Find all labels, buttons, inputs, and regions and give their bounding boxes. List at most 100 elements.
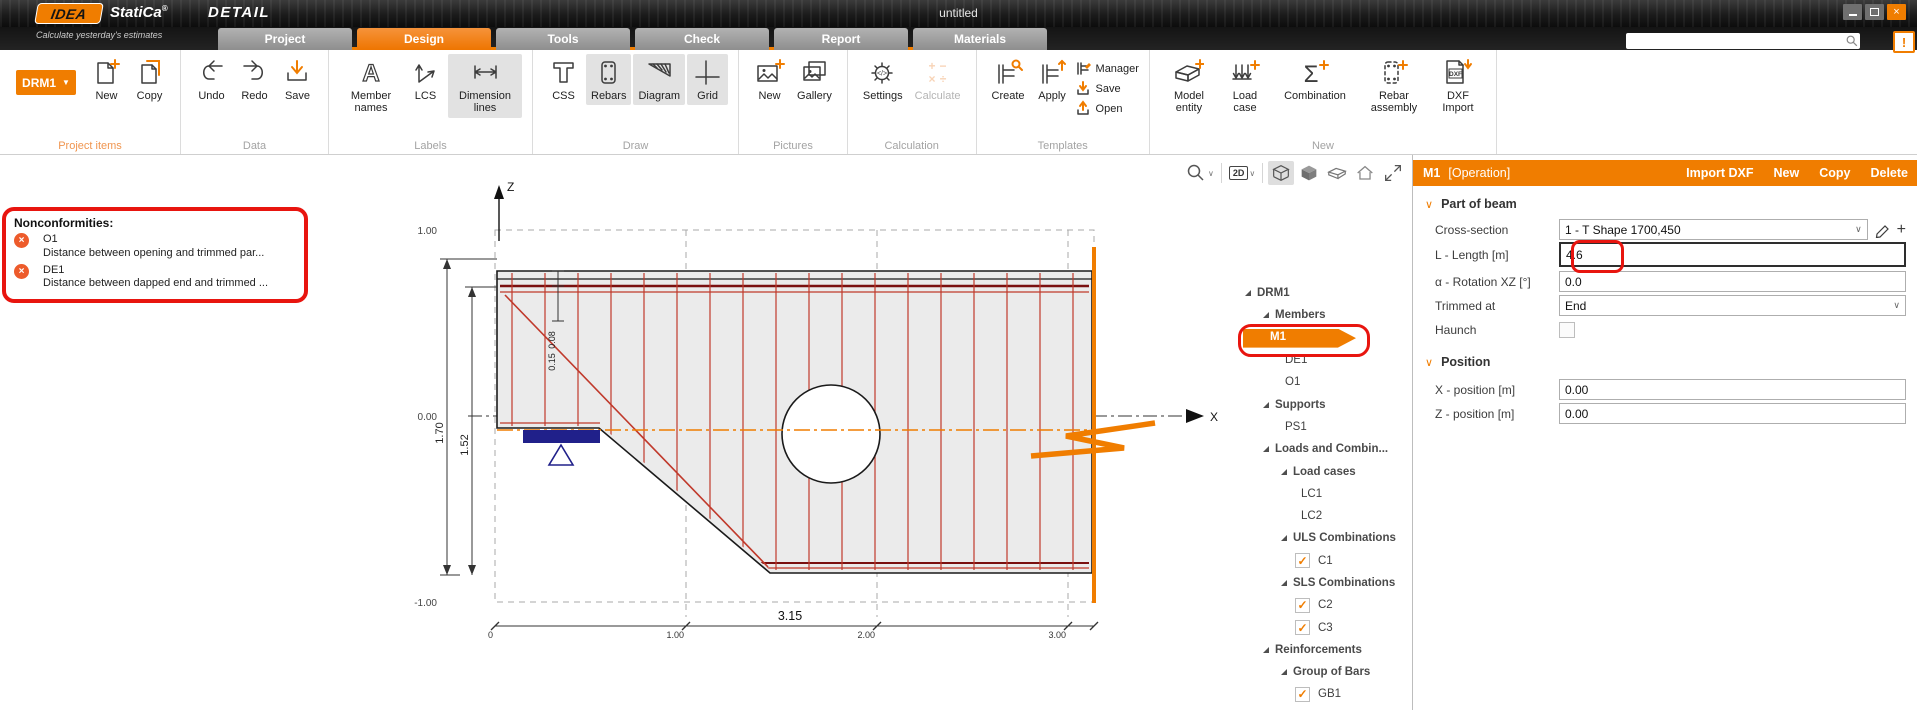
expand-icon[interactable] (1263, 402, 1269, 408)
tab-report[interactable]: Report (774, 28, 908, 50)
section-position[interactable]: ∨ Position (1425, 355, 1490, 369)
copy-operation-button[interactable]: Copy (1819, 166, 1850, 180)
new-model-entity-button[interactable]: Model entity (1160, 54, 1218, 118)
zoom-tool-button[interactable]: ∨ (1183, 161, 1216, 185)
redo-button[interactable]: Redo (234, 54, 275, 105)
fit-view-button[interactable] (1380, 161, 1406, 185)
tab-materials[interactable]: Materials (913, 28, 1047, 50)
import-dxf-button[interactable]: Import DXF (1686, 166, 1753, 180)
expand-icon[interactable] (1263, 446, 1269, 452)
tree-item-supports[interactable]: Supports (1243, 393, 1408, 415)
expand-icon[interactable] (1281, 580, 1287, 586)
checkbox-checked[interactable]: ✓ (1295, 598, 1310, 613)
expand-icon[interactable] (1263, 312, 1269, 318)
new-operation-button[interactable]: New (1774, 166, 1800, 180)
expand-icon[interactable] (1281, 469, 1287, 475)
gallery-button[interactable]: Gallery (792, 54, 837, 105)
tree-item-m1-selected[interactable]: M1 (1243, 327, 1408, 349)
template-manager-button[interactable]: Manager (1075, 60, 1139, 77)
restore-button[interactable] (1865, 4, 1884, 20)
tab-design[interactable]: Design (357, 28, 491, 50)
opening-circle[interactable] (782, 385, 880, 483)
tree-item-lc2[interactable]: LC2 (1243, 505, 1408, 527)
tree-item-c1[interactable]: ✓C1 (1243, 550, 1408, 572)
tree-item-c3[interactable]: ✓C3 (1243, 616, 1408, 638)
z-position-input[interactable]: 0.00 (1559, 403, 1906, 424)
save-button[interactable]: Save (277, 54, 318, 105)
tree-item-loads-combinations[interactable]: Loads and Combin... (1243, 438, 1408, 460)
edit-cross-section-icon[interactable] (1874, 221, 1891, 238)
collapse-icon[interactable]: ∨ (1425, 198, 1433, 211)
section-part-of-beam[interactable]: ∨ Part of beam (1425, 197, 1517, 211)
project-item-selector[interactable]: DRM1▼ (16, 70, 76, 95)
home-view-button[interactable] (1352, 161, 1378, 185)
member-names-toggle[interactable]: A Member names (339, 54, 403, 118)
css-toggle[interactable]: CSS (543, 54, 584, 105)
create-template-button[interactable]: Create (987, 54, 1030, 105)
nonconformity-item[interactable]: × O1 Distance between opening and trimme… (14, 233, 296, 261)
tree-item-o1[interactable]: O1 (1243, 371, 1408, 393)
expand-icon[interactable] (1263, 647, 1269, 653)
search-input[interactable] (1626, 35, 1844, 47)
tree-item-lc1[interactable]: LC1 (1243, 483, 1408, 505)
search-icon[interactable] (1844, 34, 1860, 48)
tree-item-group-of-bars[interactable]: Group of Bars (1243, 661, 1408, 683)
template-open-button[interactable]: Open (1075, 100, 1139, 117)
new-load-case-button[interactable]: Load case (1220, 54, 1270, 118)
nonconformity-item[interactable]: × DE1 Distance between dapped end and tr… (14, 264, 296, 292)
dxf-import-button[interactable]: DXF DXF Import (1430, 54, 1486, 118)
settings-button[interactable]: </> Settings (858, 54, 908, 105)
tree-item-c2[interactable]: ✓C2 (1243, 594, 1408, 616)
length-row: L - Length [m] 4.6 (1435, 244, 1906, 265)
point-support[interactable] (523, 430, 600, 465)
tree-item-reinforcements[interactable]: Reinforcements (1243, 639, 1408, 661)
add-cross-section-icon[interactable]: + (1897, 223, 1906, 237)
clip-plane-button[interactable] (1324, 161, 1350, 185)
tab-tools[interactable]: Tools (496, 28, 630, 50)
ribbon-group-new: Model entity Load case Σ Combination Reb… (1150, 50, 1497, 154)
template-save-button[interactable]: Save (1075, 80, 1139, 97)
rebars-toggle[interactable]: Rebars (586, 54, 631, 105)
new-rebar-assembly-button[interactable]: Rebar assembly (1360, 54, 1428, 118)
diagram-toggle[interactable]: Diagram (633, 54, 685, 105)
tab-project[interactable]: Project (218, 28, 352, 50)
drawing-canvas[interactable]: Z X 1.00 0.00 -1.00 (0, 155, 1411, 710)
new-project-item-button[interactable]: New (86, 54, 127, 105)
view-mode-button[interactable]: 2D∨ (1227, 161, 1257, 185)
apply-template-button[interactable]: Apply (1032, 54, 1073, 105)
tree-item-uls-combinations[interactable]: ULS Combinations (1243, 527, 1408, 549)
checkbox-checked[interactable]: ✓ (1295, 687, 1310, 702)
collapse-icon[interactable]: ∨ (1425, 356, 1433, 369)
delete-operation-button[interactable]: Delete (1870, 166, 1908, 180)
tree-item-load-cases[interactable]: Load cases (1243, 460, 1408, 482)
alert-badge[interactable]: ! (1893, 31, 1915, 53)
wireframe-view-button[interactable] (1268, 161, 1294, 185)
tree-item-drm1[interactable]: DRM1 (1243, 282, 1408, 304)
undo-button[interactable]: Undo (191, 54, 232, 105)
tab-check[interactable]: Check (635, 28, 769, 50)
rotation-input[interactable]: 0.0 (1559, 271, 1906, 292)
new-combination-button[interactable]: Σ Combination (1272, 54, 1358, 105)
new-picture-button[interactable]: New (749, 54, 790, 105)
haunch-checkbox[interactable] (1559, 322, 1575, 338)
checkbox-checked[interactable]: ✓ (1295, 553, 1310, 568)
expand-icon[interactable] (1281, 669, 1287, 675)
copy-project-item-button[interactable]: Copy (129, 54, 170, 105)
x-position-input[interactable]: 0.00 (1559, 379, 1906, 400)
grid-toggle[interactable]: Grid (687, 54, 728, 105)
tree-item-gb1[interactable]: ✓GB1 (1243, 683, 1408, 705)
tree-item-sls-combinations[interactable]: SLS Combinations (1243, 572, 1408, 594)
cross-section-select[interactable]: 1 - T Shape 1700,450 ∨ (1559, 219, 1868, 240)
close-button[interactable]: × (1887, 4, 1906, 20)
expand-icon[interactable] (1245, 290, 1251, 296)
expand-icon[interactable] (1281, 535, 1287, 541)
minimize-button[interactable] (1843, 4, 1862, 20)
trimmed-at-select[interactable]: End ∨ (1559, 295, 1906, 316)
tree-item-ps1[interactable]: PS1 (1243, 416, 1408, 438)
lcs-toggle[interactable]: LCS (405, 54, 446, 105)
checkbox-checked[interactable]: ✓ (1295, 620, 1310, 635)
ribbon: DRM1▼ New Copy Project items Undo Redo (0, 50, 1917, 155)
search-box[interactable] (1626, 33, 1860, 49)
dimension-lines-toggle[interactable]: Dimension lines (448, 54, 522, 118)
solid-view-button[interactable] (1296, 161, 1322, 185)
